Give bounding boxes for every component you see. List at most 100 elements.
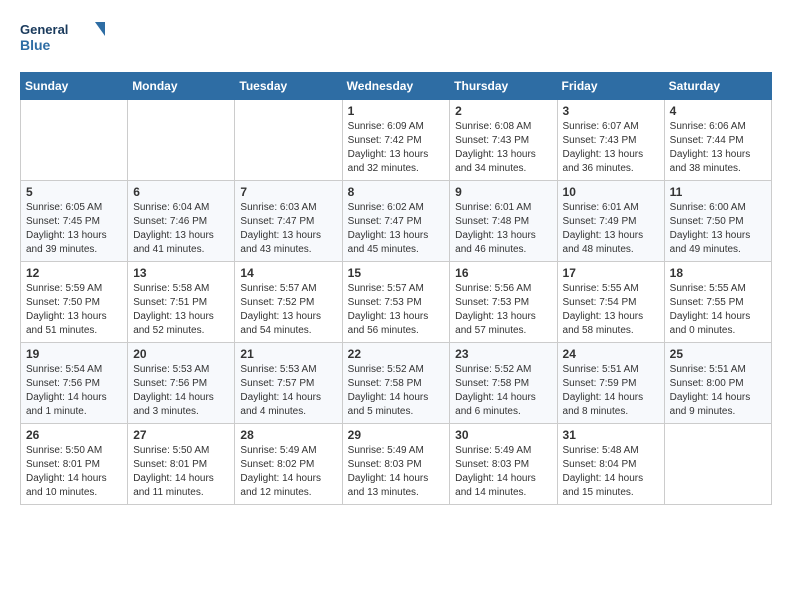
day-info: Sunrise: 5:55 AMSunset: 7:55 PMDaylight:… [670,282,766,338]
day-number: 3 [563,104,659,118]
day-number: 22 [348,347,445,361]
calendar-day-cell: 6 Sunrise: 6:04 AMSunset: 7:46 PMDaylight… [128,181,235,262]
day-number: 16 [455,266,551,280]
day-number: 12 [26,266,122,280]
calendar-week-row: 12 Sunrise: 5:59 AMSunset: 7:50 PMDayligh… [21,262,772,343]
day-number: 20 [133,347,229,361]
calendar-day-cell: 22 Sunrise: 5:52 AMSunset: 7:58 PMDayligh… [342,343,450,424]
day-number: 8 [348,185,445,199]
day-number: 24 [563,347,659,361]
day-number: 30 [455,428,551,442]
day-info: Sunrise: 6:09 AMSunset: 7:42 PMDaylight:… [348,120,445,176]
calendar-day-cell: 27Sunrise: 5:50 AMSunset: 8:01 PMDayligh… [128,424,235,505]
day-info: Sunrise: 5:57 AMSunset: 7:53 PMDaylight:… [348,282,445,338]
day-info: Sunrise: 5:50 AMSunset: 8:01 PMDaylight:… [133,444,229,500]
day-number: 31 [563,428,659,442]
day-info: Sunrise: 5:57 AMSunset: 7:52 PMDaylight:… [240,282,336,338]
day-info: Sunrise: 6:02 AMSunset: 7:47 PMDaylight:… [348,201,445,257]
weekday-header: Thursday [450,73,557,100]
day-info: Sunrise: 5:59 AMSunset: 7:50 PMDaylight:… [26,282,122,338]
day-info: Sunrise: 5:49 AMSunset: 8:02 PMDaylight:… [240,444,336,500]
day-number: 1 [348,104,445,118]
day-info: Sunrise: 5:53 AMSunset: 7:56 PMDaylight:… [133,363,229,419]
day-number: 2 [455,104,551,118]
day-info: Sunrise: 5:52 AMSunset: 7:58 PMDaylight:… [455,363,551,419]
day-info: Sunrise: 5:51 AMSunset: 7:59 PMDaylight:… [563,363,659,419]
day-number: 13 [133,266,229,280]
svg-text:Blue: Blue [20,37,51,53]
calendar-day-cell: 16 Sunrise: 5:56 AMSunset: 7:53 PMDayligh… [450,262,557,343]
weekday-header: Saturday [664,73,771,100]
day-number: 28 [240,428,336,442]
weekday-header: Sunday [21,73,128,100]
calendar-day-cell: 2 Sunrise: 6:08 AMSunset: 7:43 PMDaylight… [450,100,557,181]
calendar-day-cell: 23 Sunrise: 5:52 AMSunset: 7:58 PMDayligh… [450,343,557,424]
calendar-week-row: 1 Sunrise: 6:09 AMSunset: 7:42 PMDaylight… [21,100,772,181]
calendar-day-cell: 7 Sunrise: 6:03 AMSunset: 7:47 PMDaylight… [235,181,342,262]
calendar-day-cell: 26 Sunrise: 5:50 AMSunset: 8:01 PMDayligh… [21,424,128,505]
calendar-body: 1 Sunrise: 6:09 AMSunset: 7:42 PMDaylight… [21,100,772,505]
day-number: 26 [26,428,122,442]
calendar-day-cell [664,424,771,505]
logo-svg: General Blue [20,20,110,56]
day-info: Sunrise: 5:51 AMSunset: 8:00 PMDaylight:… [670,363,766,419]
weekday-header: Monday [128,73,235,100]
calendar-day-cell: 5Sunrise: 6:05 AMSunset: 7:45 PMDaylight… [21,181,128,262]
day-info: Sunrise: 5:54 AMSunset: 7:56 PMDaylight:… [26,363,122,419]
day-info: Sunrise: 5:56 AMSunset: 7:53 PMDaylight:… [455,282,551,338]
calendar-day-cell: 29 Sunrise: 5:49 AMSunset: 8:03 PMDayligh… [342,424,450,505]
day-number: 11 [670,185,766,199]
day-info: Sunrise: 5:53 AMSunset: 7:57 PMDaylight:… [240,363,336,419]
day-number: 25 [670,347,766,361]
calendar-day-cell [128,100,235,181]
svg-text:General: General [20,22,68,37]
day-number: 21 [240,347,336,361]
day-info: Sunrise: 6:08 AMSunset: 7:43 PMDaylight:… [455,120,551,176]
calendar-day-cell: 4Sunrise: 6:06 AMSunset: 7:44 PMDaylight… [664,100,771,181]
day-info: Sunrise: 6:01 AMSunset: 7:48 PMDaylight:… [455,201,551,257]
day-info: Sunrise: 6:03 AMSunset: 7:47 PMDaylight:… [240,201,336,257]
calendar-week-row: 26 Sunrise: 5:50 AMSunset: 8:01 PMDayligh… [21,424,772,505]
day-number: 29 [348,428,445,442]
calendar-day-cell: 25 Sunrise: 5:51 AMSunset: 8:00 PMDayligh… [664,343,771,424]
calendar-day-cell: 24 Sunrise: 5:51 AMSunset: 7:59 PMDayligh… [557,343,664,424]
calendar-day-cell: 14 Sunrise: 5:57 AMSunset: 7:52 PMDayligh… [235,262,342,343]
calendar-day-cell: 11Sunrise: 6:00 AMSunset: 7:50 PMDayligh… [664,181,771,262]
day-info: Sunrise: 5:52 AMSunset: 7:58 PMDaylight:… [348,363,445,419]
logo: General Blue [20,20,110,56]
calendar-day-cell: 12 Sunrise: 5:59 AMSunset: 7:50 PMDayligh… [21,262,128,343]
day-number: 15 [348,266,445,280]
weekday-header: Wednesday [342,73,450,100]
calendar-day-cell: 17 Sunrise: 5:55 AMSunset: 7:54 PMDayligh… [557,262,664,343]
day-info: Sunrise: 6:01 AMSunset: 7:49 PMDaylight:… [563,201,659,257]
day-number: 6 [133,185,229,199]
calendar-table: SundayMondayTuesdayWednesdayThursdayFrid… [20,72,772,505]
day-info: Sunrise: 5:58 AMSunset: 7:51 PMDaylight:… [133,282,229,338]
day-number: 19 [26,347,122,361]
calendar-day-cell: 15 Sunrise: 5:57 AMSunset: 7:53 PMDayligh… [342,262,450,343]
calendar-day-cell: 8 Sunrise: 6:02 AMSunset: 7:47 PMDaylight… [342,181,450,262]
day-info: Sunrise: 5:49 AMSunset: 8:03 PMDaylight:… [348,444,445,500]
day-number: 14 [240,266,336,280]
calendar-day-cell: 13 Sunrise: 5:58 AMSunset: 7:51 PMDayligh… [128,262,235,343]
day-info: Sunrise: 6:06 AMSunset: 7:44 PMDaylight:… [670,120,766,176]
day-info: Sunrise: 5:49 AMSunset: 8:03 PMDaylight:… [455,444,551,500]
day-number: 17 [563,266,659,280]
weekday-row: SundayMondayTuesdayWednesdayThursdayFrid… [21,73,772,100]
day-number: 7 [240,185,336,199]
calendar-week-row: 19 Sunrise: 5:54 AMSunset: 7:56 PMDayligh… [21,343,772,424]
day-number: 9 [455,185,551,199]
weekday-header: Friday [557,73,664,100]
page-header: General Blue [20,20,772,56]
calendar-day-cell: 3Sunrise: 6:07 AMSunset: 7:43 PMDaylight… [557,100,664,181]
day-info: Sunrise: 5:55 AMSunset: 7:54 PMDaylight:… [563,282,659,338]
day-number: 23 [455,347,551,361]
calendar-day-cell: 21 Sunrise: 5:53 AMSunset: 7:57 PMDayligh… [235,343,342,424]
calendar-day-cell [235,100,342,181]
day-info: Sunrise: 5:50 AMSunset: 8:01 PMDaylight:… [26,444,122,500]
calendar-day-cell: 20 Sunrise: 5:53 AMSunset: 7:56 PMDayligh… [128,343,235,424]
day-info: Sunrise: 5:48 AMSunset: 8:04 PMDaylight:… [563,444,659,500]
calendar-day-cell: 9 Sunrise: 6:01 AMSunset: 7:48 PMDaylight… [450,181,557,262]
day-info: Sunrise: 6:04 AMSunset: 7:46 PMDaylight:… [133,201,229,257]
calendar-day-cell: 18Sunrise: 5:55 AMSunset: 7:55 PMDayligh… [664,262,771,343]
